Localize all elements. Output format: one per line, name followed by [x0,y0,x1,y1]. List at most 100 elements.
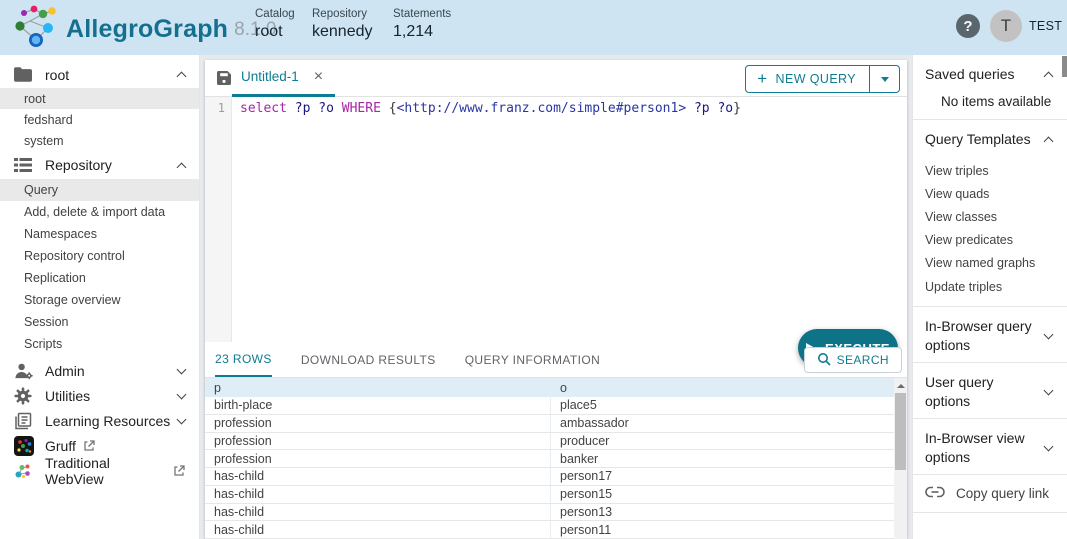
sparql-uri: <http://www.franz.com/simple#person1> [397,101,687,116]
statements-label: Statements [393,8,451,20]
template-view-triples[interactable]: View triples [913,159,1067,182]
copy-query-link-button[interactable]: Copy query link [913,475,1067,512]
plus-icon: + [757,69,767,89]
admin-person-gear-icon [14,362,34,380]
app-logo[interactable]: AllegroGraph 8.1.0 [10,4,276,55]
sidebar-item-root[interactable]: root [0,88,199,109]
line-number: 1 [218,101,225,115]
results-table: p o birth-place place5 profession ambass… [205,378,895,539]
molecule-icon [14,462,34,480]
sidebar-item-fedshard[interactable]: fedshard [0,109,199,130]
sidebar-item-system[interactable]: system [0,130,199,151]
cell-p: has-child [205,504,550,521]
external-link-icon [83,440,95,452]
chevron-down-icon [1044,442,1054,452]
sidebar-item-namespaces[interactable]: Namespaces [0,223,199,245]
help-icon[interactable]: ? [956,14,980,38]
chevron-down-icon [177,389,187,399]
external-link-icon [173,465,185,477]
triangle-up-icon [897,384,905,388]
section-saved-queries[interactable]: Saved queries [913,55,1067,91]
table-row[interactable]: has-child person17 [205,468,895,486]
cell-p: birth-place [205,397,550,414]
sidebar-section-repository[interactable]: Repository [0,151,199,179]
gear-icon [14,387,34,405]
sidebar-item-add-delete-import[interactable]: Add, delete & import data [0,201,199,223]
sidebar-item-session[interactable]: Session [0,311,199,333]
folder-icon [14,67,34,82]
table-row[interactable]: has-child person15 [205,486,895,504]
template-update-triples[interactable]: Update triples [913,275,1067,298]
scrollbar-up-arrow[interactable] [894,378,907,393]
sidebar-item-scripts[interactable]: Scripts [0,333,199,355]
template-view-quads[interactable]: View quads [913,182,1067,205]
results-tab-bar: 23 ROWS DOWNLOAD RESULTS QUERY INFORMATI… [205,342,907,378]
sidebar-item-replication[interactable]: Replication [0,267,199,289]
section-user-query-options[interactable]: User query options [913,363,1067,418]
query-editor: 1 select ?p ?o WHERE {<http://www.franz.… [205,97,907,342]
sidebar-section-utilities[interactable]: Utilities [0,383,199,408]
app-name: AllegroGraph [66,15,228,44]
account-menu[interactable]: T TEST [990,10,1062,42]
template-view-predicates[interactable]: View predicates [913,229,1067,252]
sparql-keyword: select [240,101,295,116]
catalog-info: Catalog root [255,8,295,41]
tab-download-results[interactable]: DOWNLOAD RESULTS [301,342,436,377]
user-query-options-title: User query options [925,373,1037,411]
query-code-input[interactable]: select ?p ?o WHERE {<http://www.franz.co… [232,97,907,342]
sidebar-item-repository-control[interactable]: Repository control [0,245,199,267]
book-icon [14,412,34,430]
chevron-down-icon [177,414,187,424]
table-row[interactable]: has-child person11 [205,521,895,539]
search-label: SEARCH [837,353,889,367]
divider [913,512,1067,513]
search-button[interactable]: SEARCH [804,347,902,373]
query-templates-title: Query Templates [925,130,1031,149]
username: TEST [1029,19,1062,33]
repository-value: kennedy [312,23,373,41]
section-query-templates[interactable]: Query Templates [913,120,1067,156]
sidebar-item-traditional-webview[interactable]: Traditional WebView [0,458,199,483]
tab-query-information[interactable]: QUERY INFORMATION [465,342,600,377]
section-in-browser-query-options[interactable]: In-Browser query options [913,307,1067,362]
column-header-o: o [550,378,895,397]
dropdown-arrow-icon [881,77,889,82]
save-icon[interactable] [216,70,232,86]
table-scrollbar[interactable] [894,378,907,539]
table-row[interactable]: profession producer [205,433,895,451]
new-query-dropdown-button[interactable] [870,66,899,92]
search-icon [817,352,831,369]
sidebar-item-storage-overview[interactable]: Storage overview [0,289,199,311]
table-row[interactable]: has-child person13 [205,504,895,522]
cell-o: producer [550,433,895,450]
tab-title: Untitled-1 [241,69,299,84]
tab-untitled-1[interactable]: Untitled-1 × [232,60,335,97]
table-row[interactable]: profession banker [205,450,895,468]
tab-rows[interactable]: 23 ROWS [215,342,272,377]
sidebar-item-query[interactable]: Query [0,179,199,201]
template-view-classes[interactable]: View classes [913,205,1067,228]
sidebar-section-catalog-root[interactable]: root [0,61,199,88]
sidebar-section-admin[interactable]: Admin [0,358,199,383]
chevron-up-icon [1044,137,1054,147]
page-scrollbar-thumb[interactable] [1062,56,1067,77]
chevron-down-icon [177,364,187,374]
section-in-browser-view-options[interactable]: In-Browser view options [913,419,1067,474]
table-row[interactable]: birth-place place5 [205,397,895,415]
cell-o: place5 [550,397,895,414]
left-sidebar: root root fedshard system Repository Que… [0,55,200,539]
sidebar-section-learning-resources[interactable]: Learning Resources [0,408,199,433]
template-view-named-graphs[interactable]: View named graphs [913,252,1067,275]
close-icon[interactable]: × [314,69,323,85]
sparql-brace: { [389,101,397,116]
scrollbar-thumb[interactable] [895,393,906,470]
chevron-down-icon [1044,386,1054,396]
admin-label: Admin [45,363,85,379]
catalog-section-label: root [45,67,69,83]
table-row[interactable]: profession ambassador [205,415,895,433]
sparql-variables: ?p ?o [295,101,342,116]
in-browser-query-options-title: In-Browser query options [925,317,1037,355]
chevron-up-icon [177,162,187,172]
cell-p: profession [205,450,550,467]
new-query-button[interactable]: + NEW QUERY [746,66,870,92]
